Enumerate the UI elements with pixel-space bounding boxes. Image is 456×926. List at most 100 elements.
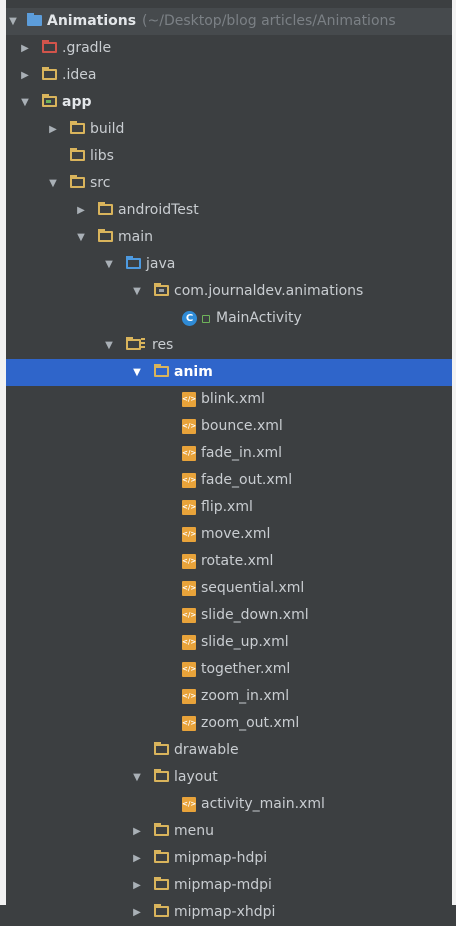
tree-item-label: libs (90, 148, 114, 164)
chevron-right-icon[interactable]: ▶ (130, 899, 144, 926)
xml-file-icon (182, 500, 196, 515)
chevron-right-icon[interactable]: ▶ (18, 35, 32, 62)
xml-file-icon (182, 446, 196, 461)
tree-item-label: .gradle (62, 40, 112, 56)
tree-item-androidtest[interactable]: ▶ androidTest (6, 197, 452, 224)
tree-item-java[interactable]: ▼ java (6, 251, 452, 278)
tree-item-label: build (90, 121, 125, 137)
folder-icon (154, 364, 169, 377)
tree-item-zoom-in-xml[interactable]: zoom_in.xml (6, 683, 452, 710)
xml-file-icon (182, 662, 196, 677)
source-folder-icon (126, 256, 141, 269)
root-path: (~/Desktop/blog articles/Animations (142, 13, 396, 29)
tree-item-idea[interactable]: ▶ .idea (6, 62, 452, 89)
folder-icon (154, 850, 169, 863)
chevron-down-icon[interactable]: ▼ (102, 251, 116, 278)
tree-item-src[interactable]: ▼ src (6, 170, 452, 197)
xml-file-icon (182, 392, 196, 407)
tree-item-mainactivity[interactable]: C MainActivity (6, 305, 452, 332)
tree-item-menu[interactable]: ▶ menu (6, 818, 452, 845)
chevron-down-icon[interactable]: ▼ (18, 89, 32, 116)
tree-item-label: com.journaldev.animations (174, 283, 364, 299)
tree-item-label: src (90, 175, 111, 191)
tree-item-zoom-out-xml[interactable]: zoom_out.xml (6, 710, 452, 737)
tree-item-label: bounce.xml (201, 418, 283, 434)
folder-red-icon (42, 40, 57, 53)
tree-item-app[interactable]: ▼ app (6, 89, 452, 116)
tree-item-flip-xml[interactable]: flip.xml (6, 494, 452, 521)
chevron-down-icon[interactable]: ▼ (130, 764, 144, 791)
tree-item-mipmap-xhdpi[interactable]: ▶ mipmap-xhdpi (6, 899, 452, 926)
tree-item-slide-down-xml[interactable]: slide_down.xml (6, 602, 452, 629)
folder-icon (98, 202, 113, 215)
tree-item-bounce-xml[interactable]: bounce.xml (6, 413, 452, 440)
tree-item-mipmap-hdpi[interactable]: ▶ mipmap-hdpi (6, 845, 452, 872)
chevron-down-icon[interactable]: ▼ (102, 332, 116, 359)
xml-file-icon (182, 581, 196, 596)
xml-file-icon (182, 527, 196, 542)
chevron-down-icon[interactable]: ▼ (74, 224, 88, 251)
tree-item-label: slide_down.xml (201, 607, 309, 623)
folder-icon (154, 769, 169, 782)
tree-item-label: drawable (174, 742, 239, 758)
folder-icon (70, 148, 85, 161)
chevron-right-icon[interactable]: ▶ (130, 845, 144, 872)
tree-item-slide-up-xml[interactable]: slide_up.xml (6, 629, 452, 656)
tree-item-res[interactable]: ▼ res (6, 332, 452, 359)
tree-item-mipmap-mdpi[interactable]: ▶ mipmap-mdpi (6, 872, 452, 899)
tree-item-activity-main-xml[interactable]: activity_main.xml (6, 791, 452, 818)
lock-icon (202, 315, 210, 323)
root-name: Animations (47, 13, 137, 29)
tree-item-label: fade_out.xml (201, 472, 293, 488)
resources-folder-icon (126, 337, 145, 350)
tree-item-build[interactable]: ▶ build (6, 116, 452, 143)
tree-item-label: rotate.xml (201, 553, 274, 569)
chevron-down-icon[interactable]: ▼ (6, 8, 20, 35)
tree-item-label: .idea (62, 67, 97, 83)
project-tree: ▼ Animations (~/Desktop/blog articles/Ani… (6, 8, 452, 926)
tree-item-layout[interactable]: ▼ layout (6, 764, 452, 791)
tree-item-rotate-xml[interactable]: rotate.xml (6, 548, 452, 575)
chevron-right-icon[interactable]: ▶ (130, 872, 144, 899)
xml-file-icon (182, 716, 196, 731)
chevron-right-icon[interactable]: ▶ (130, 818, 144, 845)
chevron-down-icon[interactable]: ▼ (130, 359, 144, 386)
tree-item-label: mipmap-mdpi (174, 877, 272, 893)
tree-item-main[interactable]: ▼ main (6, 224, 452, 251)
tree-item-label: main (118, 229, 153, 245)
tree-item-anim[interactable]: ▼ anim (6, 359, 452, 386)
folder-icon (70, 175, 85, 188)
tree-item-label: MainActivity (216, 310, 302, 326)
tree-item-label: androidTest (118, 202, 199, 218)
folder-icon (154, 877, 169, 890)
xml-file-icon (182, 473, 196, 488)
tree-root-label: Animations (~/Desktop/blog articles/Anima… (47, 8, 396, 35)
tree-item-label: sequential.xml (201, 580, 305, 596)
class-icon: C (182, 311, 197, 326)
tree-item-label: together.xml (201, 661, 291, 677)
tree-item-blink-xml[interactable]: blink.xml (6, 386, 452, 413)
chevron-right-icon[interactable]: ▶ (46, 116, 60, 143)
xml-file-icon (182, 608, 196, 623)
tree-item-label: activity_main.xml (201, 796, 325, 812)
tree-item-fade-in-xml[interactable]: fade_in.xml (6, 440, 452, 467)
chevron-down-icon[interactable]: ▼ (46, 170, 60, 197)
tree-item-label: mipmap-xhdpi (174, 904, 276, 920)
tree-item-libs[interactable]: libs (6, 143, 452, 170)
tree-item-together-xml[interactable]: together.xml (6, 656, 452, 683)
xml-file-icon (182, 797, 196, 812)
tree-item-com-journaldev-animations[interactable]: ▼ com.journaldev.animations (6, 278, 452, 305)
tree-item-fade-out-xml[interactable]: fade_out.xml (6, 467, 452, 494)
chevron-right-icon[interactable]: ▶ (74, 197, 88, 224)
chevron-down-icon[interactable]: ▼ (130, 278, 144, 305)
folder-icon (98, 229, 113, 242)
xml-file-icon (182, 635, 196, 650)
package-icon (154, 283, 169, 296)
tree-item-move-xml[interactable]: move.xml (6, 521, 452, 548)
tree-item-drawable[interactable]: drawable (6, 737, 452, 764)
chevron-right-icon[interactable]: ▶ (18, 62, 32, 89)
tree-item-label: app (62, 94, 92, 110)
tree-item-gradle[interactable]: ▶ .gradle (6, 35, 452, 62)
tree-item-sequential-xml[interactable]: sequential.xml (6, 575, 452, 602)
tree-root-animations[interactable]: ▼ Animations (~/Desktop/blog articles/Ani… (6, 8, 452, 35)
